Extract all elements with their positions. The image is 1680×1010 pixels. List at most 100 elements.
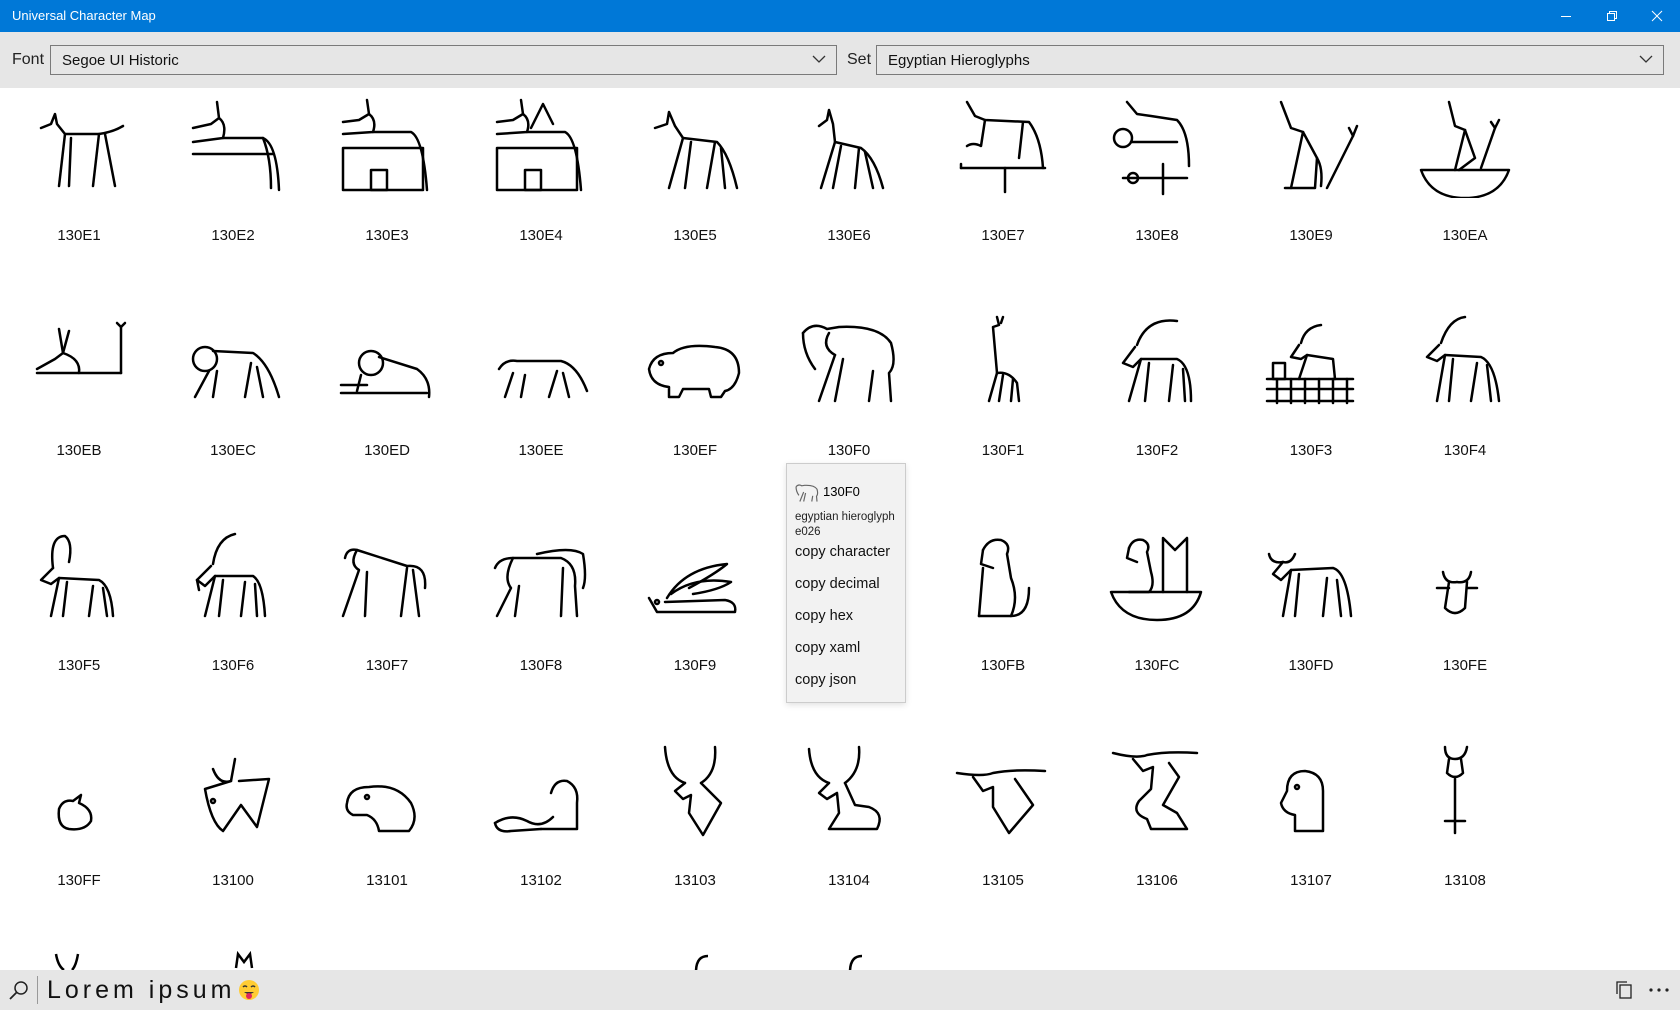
glyph-cell[interactable]: 130FC (1080, 518, 1234, 733)
glyph-cell[interactable]: 130E7 (926, 88, 1080, 303)
glyph-code: 13100 (212, 872, 254, 889)
glyph-cell[interactable]: 13106 (1080, 733, 1234, 948)
sphinx-glyph-icon (493, 779, 579, 833)
glyph-cell[interactable]: 130E3 (310, 88, 464, 303)
glyph-code: 130FD (1288, 657, 1334, 674)
glyph-cell[interactable]: 130F6 (156, 518, 310, 733)
glyph-cell[interactable]: 130F5 (2, 518, 156, 733)
glyph-cell[interactable]: 130F2 (1080, 303, 1234, 518)
glyph-code: 130E3 (365, 227, 409, 244)
glyph-cell[interactable]: 130F1 (926, 303, 1080, 518)
glyph-code: 130EC (210, 442, 256, 459)
glyph-cell[interactable]: 130EF (618, 303, 772, 518)
set-select-value: Egyptian Hieroglyphs (888, 52, 1030, 69)
jackal-on-shrine-glyph-icon (341, 98, 429, 192)
gazelle-on-fence-glyph-icon (1265, 323, 1355, 405)
glyph-cell[interactable]: 13104 (772, 733, 926, 948)
face-with-tongue-icon (239, 980, 259, 1000)
glyph-cell[interactable]: 130E6 (772, 88, 926, 303)
glyph-cell[interactable]: 130F9 (618, 518, 772, 733)
antelope-head-glyph-icon (663, 745, 723, 837)
glyph-cell[interactable]: 13103 (618, 733, 772, 948)
glyph-cell[interactable]: 130E9 (1234, 88, 1388, 303)
copy-hex-item[interactable]: copy hex (795, 608, 853, 624)
glyph-code: 130F2 (1135, 442, 1179, 459)
copy-decimal-item[interactable]: copy decimal (795, 576, 880, 592)
preview-bar: Lorem ipsum (0, 970, 1680, 1010)
close-button[interactable] (1634, 0, 1680, 32)
glyph-code: 130EA (1442, 227, 1488, 244)
restore-icon (1607, 11, 1617, 21)
toolbar: Font Segoe UI Historic Set Egyptian Hier… (0, 32, 1680, 88)
glyph-cell[interactable]: 130E4 (464, 88, 618, 303)
lion-head-glyph-icon (345, 785, 416, 833)
seated-jackal-with-staff-glyph-icon (1279, 100, 1359, 190)
restore-button[interactable] (1589, 0, 1635, 32)
search-icon[interactable] (8, 980, 30, 1002)
glyph-cell[interactable]: 130F4 (1388, 303, 1542, 518)
glyph-cell[interactable]: 13107 (1234, 733, 1388, 948)
baboon-walking-glyph-icon (341, 548, 427, 618)
glyph-code: 130E9 (1289, 227, 1333, 244)
glyph-cell[interactable]: 130F7 (310, 518, 464, 733)
copy-json-item[interactable]: copy json (795, 672, 856, 688)
glyph-code: 130FC (1134, 657, 1180, 674)
glyph-code: 130F3 (1289, 442, 1333, 459)
glyph-cell[interactable]: 130FE (1388, 518, 1542, 733)
glyph-cell[interactable]: 13102 (464, 733, 618, 948)
minimize-button[interactable] (1543, 0, 1589, 32)
glyph-cell[interactable]: 13100 (156, 733, 310, 948)
baboon-in-boat-glyph-icon (1109, 536, 1203, 622)
glyph-cell[interactable]: 130EB (2, 303, 156, 518)
glyph-cell[interactable]: 130E1 (2, 88, 156, 303)
glyph-cell[interactable]: 130EC (156, 303, 310, 518)
glyph-cell[interactable]: 130F8 (464, 518, 618, 733)
font-select[interactable]: Segoe UI Historic (50, 45, 837, 75)
glyph-code: 130F5 (57, 657, 101, 674)
more-options-icon[interactable] (1648, 987, 1670, 993)
glyph-cell[interactable]: 13101 (310, 733, 464, 948)
glyph-code: 130E5 (673, 227, 717, 244)
glyph-code: 130F6 (211, 657, 255, 674)
copy-xaml-item[interactable]: copy xaml (795, 640, 860, 656)
glyph-code: 130F7 (365, 657, 409, 674)
chevron-down-icon (812, 55, 826, 63)
glyph-cell[interactable]: 130EE (464, 303, 618, 518)
glyph-cell[interactable]: 130E5 (618, 88, 772, 303)
glyph-cell[interactable]: 130EA (1388, 88, 1542, 303)
animal-head-small-glyph-icon (57, 793, 93, 831)
head-with-horns-glyph-icon (955, 769, 1047, 835)
glyph-cell[interactable]: 130FF (2, 733, 156, 948)
window-title: Universal Character Map (12, 8, 156, 23)
copy-character-item[interactable]: copy character (795, 544, 890, 560)
monkey-glyph-icon (493, 548, 587, 618)
glyph-cell[interactable]: 13105 (926, 733, 1080, 948)
glyph-cell[interactable]: 13108 (1388, 733, 1542, 948)
jackal-in-boat-glyph-icon (1419, 100, 1511, 198)
preview-text-input[interactable]: Lorem ipsum (47, 976, 236, 1005)
fox-glyph-icon (653, 110, 739, 190)
jackal-with-feather-shrine-glyph-icon (495, 98, 583, 192)
glyph-cell[interactable]: 130F3 (1234, 303, 1388, 518)
glyph-cell[interactable]: 130FB (926, 518, 1080, 733)
glyph-cell[interactable]: 130E2 (156, 88, 310, 303)
glyph-code: 130FB (980, 657, 1026, 674)
glyph-cell[interactable]: 130ED (310, 303, 464, 518)
glyph-code: 13102 (520, 872, 562, 889)
glyph-code: 130F0 (827, 442, 871, 459)
glyph-cell[interactable]: 130FD (1234, 518, 1388, 733)
glyph-code: 13101 (366, 872, 408, 889)
gazelle-glyph-icon (1425, 315, 1501, 403)
copy-icon[interactable] (1614, 980, 1634, 1000)
glyph-code: 13108 (1444, 872, 1486, 889)
glyph-code: 130E1 (57, 227, 101, 244)
character-grid: 130E1 130E2 130E3 130E4 130E5 130E6 130E… (0, 88, 1680, 970)
goat-glyph-icon (195, 532, 267, 618)
set-select[interactable]: Egyptian Hieroglyphs (876, 45, 1664, 75)
close-icon (1651, 10, 1663, 22)
title-bar: Universal Character Map (0, 0, 1680, 32)
glyph-partial-icon (694, 954, 709, 970)
glyph-cell[interactable]: 130E8 (1080, 88, 1234, 303)
giraffe-glyph-icon (987, 315, 1021, 403)
font-label: Font (12, 51, 45, 68)
